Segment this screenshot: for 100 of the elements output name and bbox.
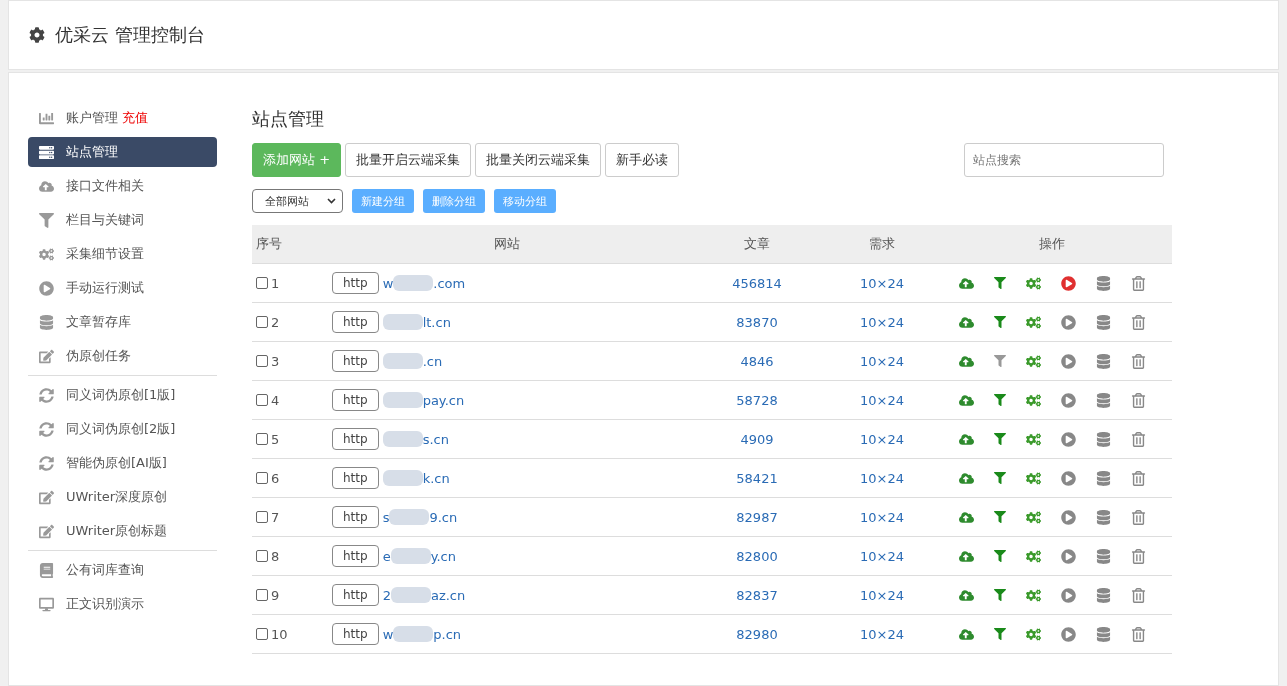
play-icon[interactable]: [1060, 353, 1076, 369]
cloud-upload-icon[interactable]: [958, 431, 974, 447]
trash-icon[interactable]: [1130, 587, 1146, 603]
sidebar-item[interactable]: 站点管理: [28, 137, 217, 167]
site-link[interactable]: s.cn: [422, 431, 449, 447]
site-link[interactable]: k.cn: [422, 470, 450, 486]
filter-icon[interactable]: [993, 316, 1006, 328]
sidebar-item[interactable]: 同义词伪原创[1版]: [28, 380, 217, 410]
sidebar-item[interactable]: 伪原创任务: [28, 341, 217, 371]
toolbar-button[interactable]: 批量开启云端采集: [345, 143, 472, 177]
filter-icon[interactable]: [993, 472, 1006, 484]
row-checkbox[interactable]: [256, 277, 268, 289]
row-checkbox[interactable]: [256, 550, 268, 562]
sidebar-item[interactable]: UWriter深度原创: [28, 482, 217, 512]
toolbar-button[interactable]: 批量关闭云端采集: [475, 143, 602, 177]
filter-icon[interactable]: [993, 550, 1006, 562]
cloud-upload-icon[interactable]: [958, 587, 974, 603]
cloud-upload-icon[interactable]: [958, 275, 974, 291]
sidebar-item[interactable]: 文章暂存库: [28, 307, 217, 337]
trash-icon[interactable]: [1130, 392, 1146, 408]
database-icon[interactable]: [1095, 548, 1111, 564]
database-icon[interactable]: [1095, 587, 1111, 603]
trash-icon[interactable]: [1130, 548, 1146, 564]
database-icon[interactable]: [1095, 314, 1111, 330]
database-icon[interactable]: [1095, 275, 1111, 291]
trash-icon[interactable]: [1130, 353, 1146, 369]
settings-icon[interactable]: [1025, 314, 1041, 330]
cloud-upload-icon[interactable]: [958, 314, 974, 330]
sidebar-item[interactable]: 账户管理 充值: [28, 103, 217, 133]
filter-icon[interactable]: [993, 394, 1006, 406]
sidebar-item[interactable]: 正文识别演示: [28, 589, 217, 619]
database-icon[interactable]: [1095, 392, 1111, 408]
settings-icon[interactable]: [1025, 548, 1041, 564]
site-link[interactable]: p.cn: [433, 626, 462, 642]
settings-icon[interactable]: [1025, 353, 1041, 369]
settings-icon[interactable]: [1025, 392, 1041, 408]
row-checkbox[interactable]: [256, 589, 268, 601]
sidebar-item[interactable]: UWriter原创标题: [28, 516, 217, 546]
row-checkbox[interactable]: [256, 433, 268, 445]
site-link[interactable]: w: [382, 275, 394, 291]
site-link[interactable]: y.cn: [430, 548, 456, 564]
row-checkbox[interactable]: [256, 472, 268, 484]
site-link[interactable]: az.cn: [430, 587, 466, 603]
sidebar-item[interactable]: 公有词库查询: [28, 555, 217, 585]
cloud-upload-icon[interactable]: [958, 509, 974, 525]
sidebar-item[interactable]: 手动运行测试: [28, 273, 217, 303]
sidebar-item[interactable]: 采集细节设置: [28, 239, 217, 269]
cloud-upload-icon[interactable]: [958, 626, 974, 642]
cloud-upload-icon[interactable]: [958, 353, 974, 369]
site-link[interactable]: lt.cn: [422, 314, 451, 330]
filter-icon[interactable]: [993, 433, 1006, 445]
filter-icon[interactable]: [993, 628, 1006, 640]
row-checkbox[interactable]: [256, 628, 268, 640]
group-select[interactable]: 全部网站: [252, 189, 343, 213]
cloud-upload-icon[interactable]: [958, 392, 974, 408]
site-link[interactable]: e: [382, 548, 391, 564]
toolbar-button[interactable]: 新手必读: [605, 143, 680, 177]
site-link[interactable]: .com: [433, 275, 466, 291]
settings-icon[interactable]: [1025, 587, 1041, 603]
play-icon[interactable]: [1060, 626, 1076, 642]
trash-icon[interactable]: [1130, 509, 1146, 525]
filter-icon[interactable]: [993, 277, 1006, 289]
site-link[interactable]: 2: [382, 587, 391, 603]
cloud-upload-icon[interactable]: [958, 548, 974, 564]
site-link[interactable]: .cn: [422, 353, 443, 369]
recharge-link[interactable]: 充值: [122, 109, 148, 127]
play-icon[interactable]: [1060, 314, 1076, 330]
row-checkbox[interactable]: [256, 394, 268, 406]
settings-icon[interactable]: [1025, 509, 1041, 525]
settings-icon[interactable]: [1025, 275, 1041, 291]
sidebar-item[interactable]: 接口文件相关: [28, 171, 217, 201]
row-checkbox[interactable]: [256, 316, 268, 328]
play-icon[interactable]: [1060, 275, 1076, 291]
search-field[interactable]: 站点搜索: [964, 143, 1164, 177]
row-checkbox[interactable]: [256, 355, 268, 367]
sidebar-item[interactable]: 同义词伪原创[2版]: [28, 414, 217, 444]
site-link[interactable]: pay.cn: [422, 392, 465, 408]
sidebar-item[interactable]: 智能伪原创[AI版]: [28, 448, 217, 478]
play-icon[interactable]: [1060, 431, 1076, 447]
site-link[interactable]: 9.cn: [429, 509, 458, 525]
play-icon[interactable]: [1060, 509, 1076, 525]
trash-icon[interactable]: [1130, 314, 1146, 330]
trash-icon[interactable]: [1130, 275, 1146, 291]
settings-icon[interactable]: [1025, 626, 1041, 642]
sidebar-item[interactable]: 栏目与关键词: [28, 205, 217, 235]
play-icon[interactable]: [1060, 548, 1076, 564]
site-link[interactable]: w: [382, 626, 394, 642]
database-icon[interactable]: [1095, 431, 1111, 447]
trash-icon[interactable]: [1130, 626, 1146, 642]
filter-icon[interactable]: [993, 511, 1006, 523]
play-icon[interactable]: [1060, 470, 1076, 486]
site-link[interactable]: s: [382, 509, 390, 525]
filter-icon[interactable]: [993, 589, 1006, 601]
database-icon[interactable]: [1095, 626, 1111, 642]
database-icon[interactable]: [1095, 353, 1111, 369]
trash-icon[interactable]: [1130, 431, 1146, 447]
filter-icon[interactable]: [993, 355, 1006, 367]
settings-icon[interactable]: [1025, 431, 1041, 447]
trash-icon[interactable]: [1130, 470, 1146, 486]
play-icon[interactable]: [1060, 392, 1076, 408]
